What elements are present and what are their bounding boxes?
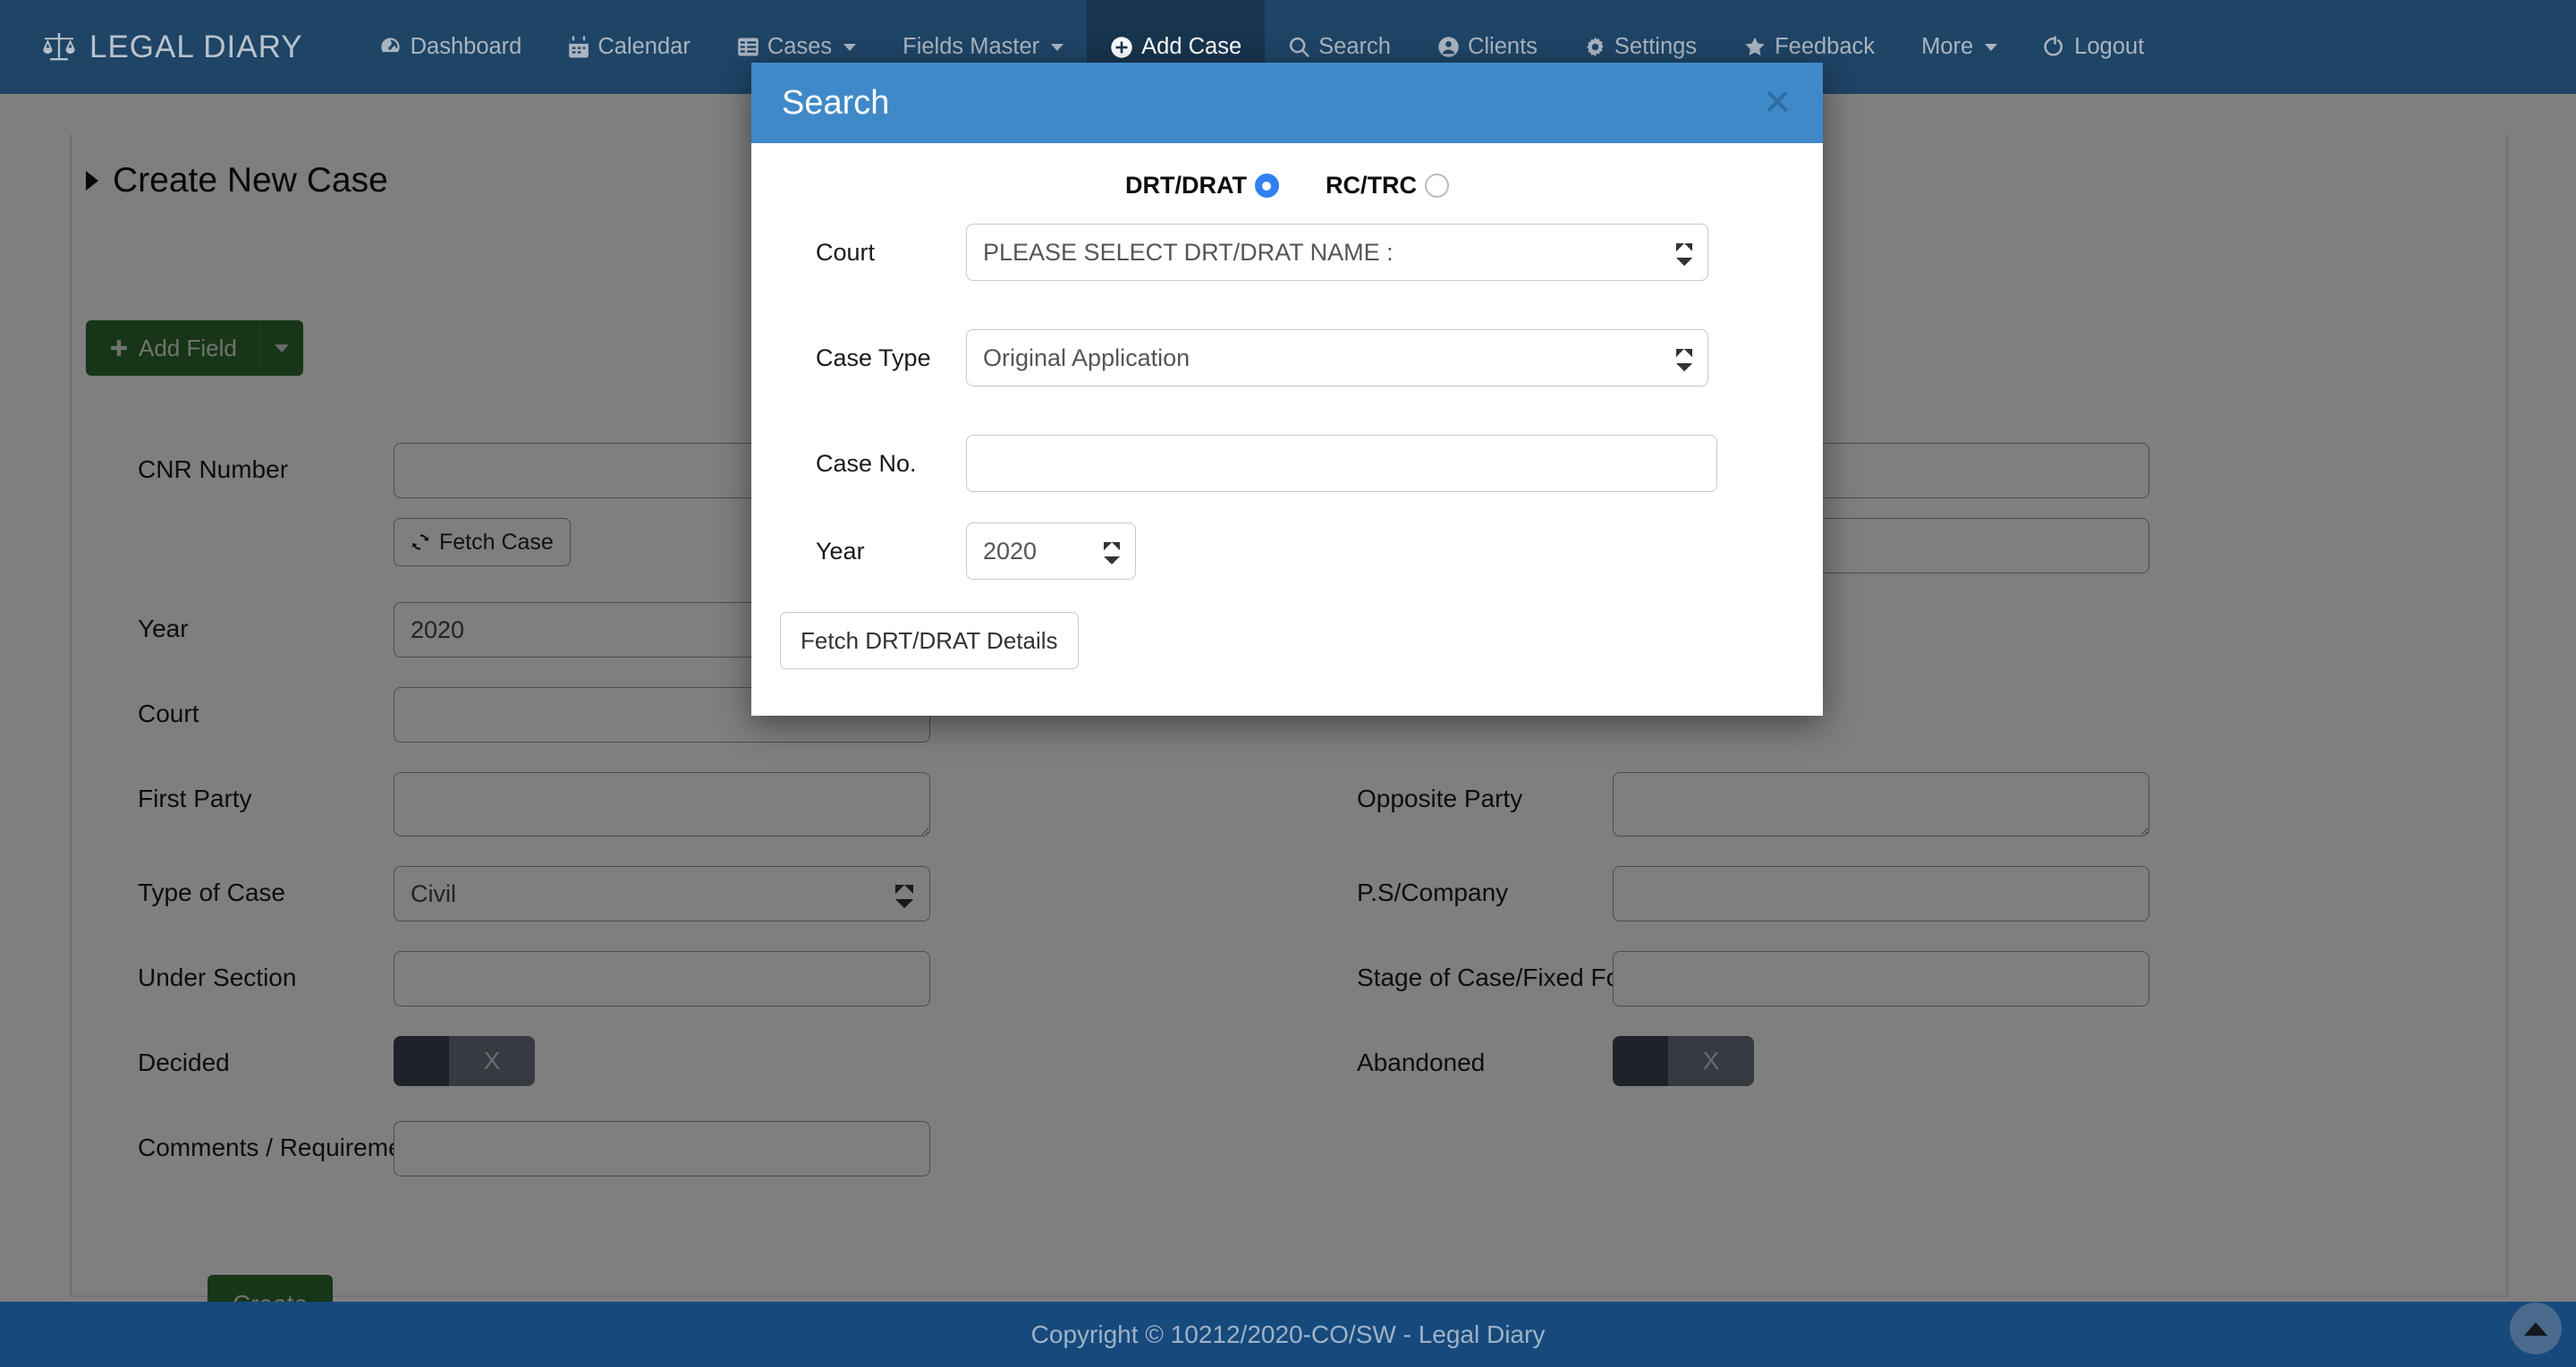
modal-body: DRT/DRAT RC/TRC Court PLEASE SELECT DRT/…	[751, 143, 1823, 716]
nav-item-label: Feedback	[1775, 34, 1876, 59]
nav-item-logout[interactable]: Logout	[2021, 0, 2167, 94]
radio-button-rc-trc[interactable]	[1424, 174, 1449, 198]
nav-item-label: Calendar	[597, 34, 691, 59]
close-icon[interactable]: ✕	[1762, 85, 1792, 121]
modal-field-case-type: Case Type Original Application	[787, 329, 1708, 386]
footer: Copyright © 10212/2020-CO/SW - Legal Dia…	[0, 1302, 2576, 1367]
brand-logo[interactable]: LEGAL DIARY	[41, 30, 303, 65]
radio-option-drt-drat[interactable]: DRT/DRAT	[1125, 172, 1279, 200]
modal-case-no-input[interactable]	[966, 435, 1717, 492]
nav-item-label: Dashboard	[410, 34, 522, 59]
logout-icon	[2044, 36, 2066, 58]
app-root: LEGAL DIARY Dashboard Calendar Cases Fie…	[0, 0, 2576, 1367]
chevron-down-icon	[1051, 43, 1064, 51]
modal-field-case-no: Case No.	[787, 435, 1717, 492]
modal-submit-row: Fetch DRT/DRAT Details	[780, 612, 1079, 669]
nav-item-label: Clients	[1467, 34, 1538, 59]
chevron-up-icon	[2524, 1321, 2547, 1336]
calendar-icon	[568, 35, 589, 59]
nav-item-calendar[interactable]: Calendar	[545, 0, 713, 94]
radio-option-rc-trc[interactable]: RC/TRC	[1326, 172, 1449, 200]
dashboard-icon	[378, 35, 402, 59]
radio-button-drt-drat[interactable]	[1254, 174, 1279, 198]
fetch-drt-drat-details-button[interactable]: Fetch DRT/DRAT Details	[780, 612, 1079, 669]
nav-item-label: Search	[1318, 34, 1391, 59]
field-label: Court	[816, 239, 876, 266]
field-label: Case Type	[816, 344, 931, 371]
copyright-text: Copyright © 10212/2020-CO/SW - Legal Dia…	[1030, 1320, 1546, 1348]
chevron-down-icon	[1985, 43, 1998, 51]
search-type-radio-group: DRT/DRAT RC/TRC	[751, 172, 1823, 200]
nav-item-label: Settings	[1614, 34, 1698, 59]
modal-field-court: Court PLEASE SELECT DRT/DRAT NAME :	[787, 224, 1708, 281]
radio-label: RC/TRC	[1325, 172, 1417, 199]
nav-item-label: Logout	[2074, 34, 2145, 59]
list-icon	[737, 36, 759, 58]
nav-item-label: More	[1921, 34, 1974, 59]
search-modal: Search ✕ DRT/DRAT RC/TRC Court PLEASE SE…	[751, 63, 1823, 716]
chevron-down-icon	[843, 43, 857, 51]
search-icon	[1288, 36, 1310, 58]
star-icon	[1743, 36, 1767, 58]
modal-court-select[interactable]: PLEASE SELECT DRT/DRAT NAME :	[966, 224, 1708, 281]
plus-circle-icon	[1110, 36, 1133, 59]
modal-year-select[interactable]: 2020	[966, 522, 1136, 580]
user-circle-icon	[1437, 36, 1460, 58]
modal-title: Search	[782, 83, 890, 122]
field-label: Case No.	[816, 450, 917, 477]
brand-text: LEGAL DIARY	[89, 29, 303, 64]
nav-item-more[interactable]: More	[1898, 0, 2021, 94]
gear-icon	[1584, 36, 1606, 58]
field-label: Year	[816, 538, 865, 565]
nav-item-label: Cases	[767, 34, 833, 59]
nav-item-label: Add Case	[1141, 34, 1242, 59]
modal-field-year: Year 2020	[787, 522, 1136, 580]
scroll-to-top-button[interactable]	[2510, 1303, 2562, 1354]
nav-item-label: Fields Master	[902, 34, 1040, 59]
scales-of-justice-icon	[41, 31, 77, 64]
radio-label: DRT/DRAT	[1125, 172, 1247, 199]
modal-case-type-select[interactable]: Original Application	[966, 329, 1708, 386]
modal-header: Search ✕	[751, 63, 1823, 143]
nav-item-dashboard[interactable]: Dashboard	[355, 0, 546, 94]
